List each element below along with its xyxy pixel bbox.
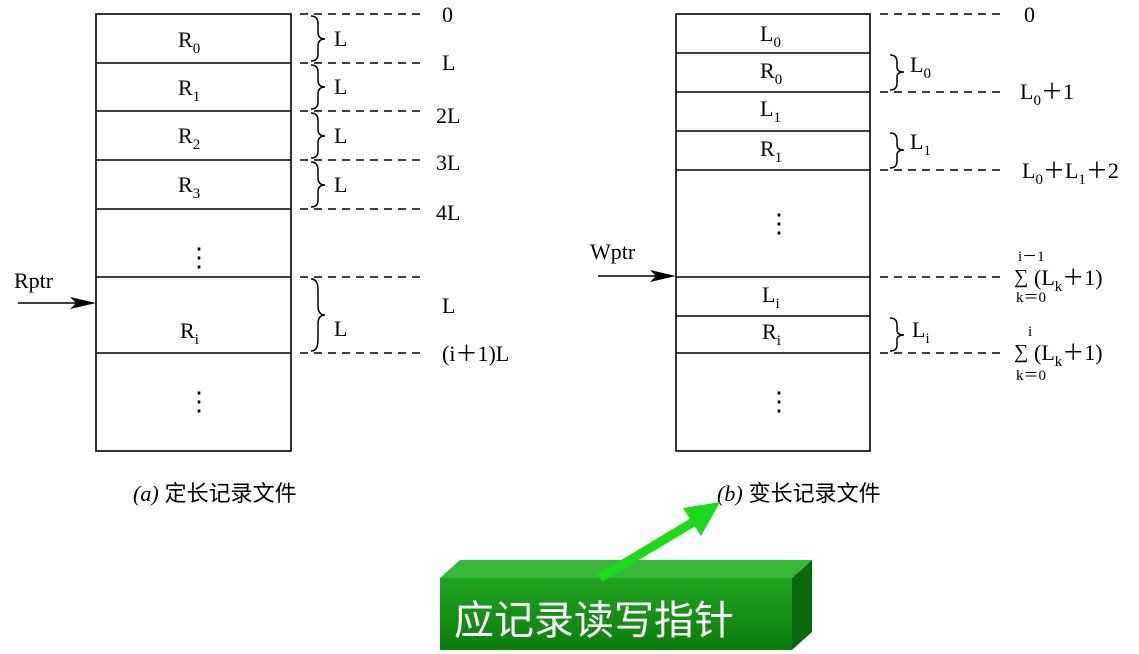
offset-label: 0 xyxy=(442,2,453,27)
caption-b: (b) 变长记录文件 xyxy=(717,481,881,507)
brace xyxy=(310,64,326,110)
record-li-label: Li xyxy=(762,282,780,312)
brace xyxy=(310,15,326,62)
file-a-box xyxy=(95,13,292,452)
diagram-canvas: R0 R1 R2 R3 ⋮ Ri ⋮ L L L L L 0 L 2L 3L 4… xyxy=(14,2,1119,650)
offset-sum-ri: i ∑ k＝0 (Lk＋1) xyxy=(1014,324,1103,384)
banner-text: 应记录读写指针 xyxy=(454,598,734,644)
svg-text:∑: ∑ xyxy=(1014,266,1028,288)
svg-text:∑: ∑ xyxy=(1014,341,1028,363)
svg-text:i－1: i－1 xyxy=(1018,249,1045,265)
brace-label: L xyxy=(334,172,347,197)
svg-text:k＝0: k＝0 xyxy=(1016,290,1046,306)
brace xyxy=(889,54,905,91)
caption-a: (a) 定长记录文件 xyxy=(133,481,297,507)
brace xyxy=(310,112,326,159)
offset-label: 3L xyxy=(436,150,460,175)
svg-text:(Lk＋1): (Lk＋1) xyxy=(1034,340,1103,370)
record-ri-label: Ri xyxy=(180,318,199,348)
record-l0-label: L0 xyxy=(760,21,781,51)
record-r2-label: R2 xyxy=(178,123,200,153)
offset-label: L0＋L1＋2 xyxy=(1022,158,1119,188)
brace-label: Li xyxy=(912,317,930,347)
offset-label: 2L xyxy=(436,103,460,128)
offset-sum-li: i－1 ∑ k＝0 (Lk＋1) xyxy=(1014,249,1103,306)
svg-text:i: i xyxy=(1028,324,1032,340)
ellipsis: ⋮ xyxy=(186,243,212,272)
brace-label: L xyxy=(334,123,347,148)
ellipsis: ⋮ xyxy=(766,387,792,416)
record-ri-label: Ri xyxy=(762,319,781,349)
brace-label: L xyxy=(334,74,347,99)
record-r0-label: R0 xyxy=(760,58,782,88)
write-pointer-label: Wptr xyxy=(590,239,636,264)
offset-label: 4L xyxy=(436,200,460,225)
record-r1-label: R1 xyxy=(760,136,782,166)
svg-text:k＝0: k＝0 xyxy=(1016,368,1046,384)
ellipsis: ⋮ xyxy=(766,209,792,238)
brace xyxy=(310,278,326,352)
record-l1-label: L1 xyxy=(760,96,781,126)
offset-label: L xyxy=(442,293,455,318)
record-r0-label: R0 xyxy=(178,27,200,57)
brace-label: L xyxy=(334,316,347,341)
brace xyxy=(889,132,905,169)
ellipsis: ⋮ xyxy=(186,387,212,416)
offset-label: 0 xyxy=(1024,2,1035,27)
brace xyxy=(310,161,326,208)
brace-label: L0 xyxy=(910,52,931,82)
brace-label: L1 xyxy=(910,129,931,159)
offset-label: (i＋1)L xyxy=(442,341,509,366)
brace-label: L xyxy=(334,26,347,51)
offset-label: L0＋1 xyxy=(1020,79,1074,109)
callout-banner: 应记录读写指针 xyxy=(440,502,812,650)
callout-arrowhead xyxy=(683,502,720,536)
read-pointer-label: Rptr xyxy=(14,268,54,293)
offset-label: L xyxy=(442,50,455,75)
record-r3-label: R3 xyxy=(178,172,200,202)
record-r1-label: R1 xyxy=(178,75,200,105)
brace xyxy=(889,317,905,352)
fixed-length-file-diagram: R0 R1 R2 R3 ⋮ Ri ⋮ L L L L L 0 L 2L 3L 4… xyxy=(14,2,509,507)
variable-length-file-diagram: L0 R0 L1 R1 ⋮ Li Ri ⋮ L0 L1 Li 0 L0＋1 L0… xyxy=(590,2,1119,507)
